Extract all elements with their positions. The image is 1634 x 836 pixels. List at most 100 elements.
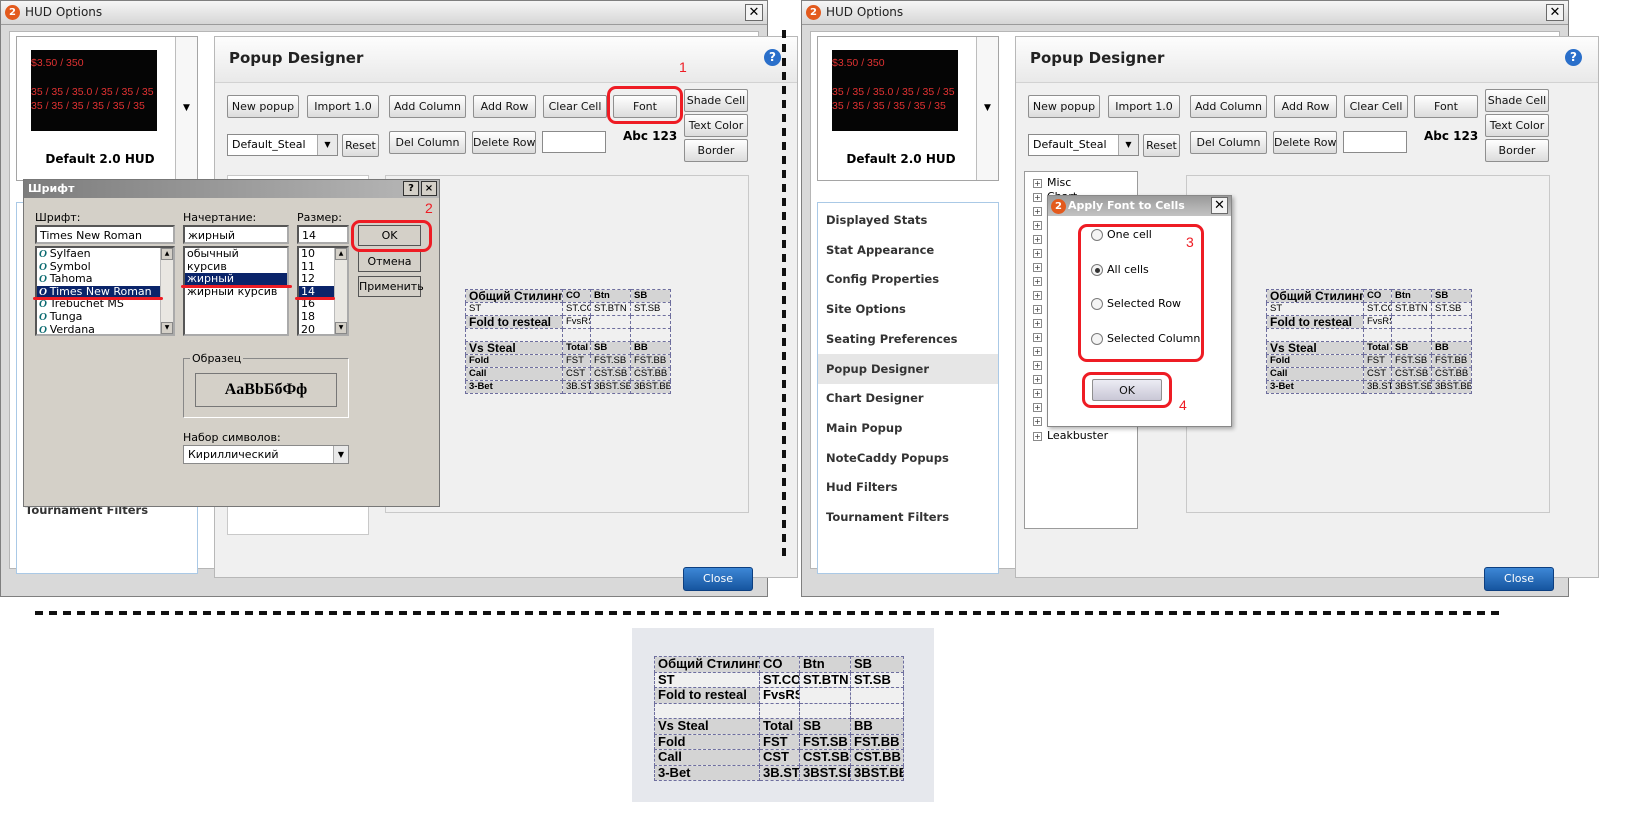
add-row-button[interactable]: Add Row: [473, 95, 536, 118]
grid-cell[interactable]: [1391, 328, 1432, 342]
font-list[interactable]: O Sylfaen O Symbol O Tahoma O Times New Rom…: [35, 246, 175, 336]
grid-cell[interactable]: FST.BB: [1431, 354, 1472, 368]
grid-cell[interactable]: 3BST.SB: [1391, 380, 1432, 394]
size-input[interactable]: 14: [297, 225, 349, 244]
window-close-icon[interactable]: ✕: [1546, 4, 1564, 21]
sidebar-item-stat-appearance[interactable]: Stat Appearance: [818, 235, 998, 265]
expand-icon[interactable]: +: [1033, 235, 1042, 244]
sidebar-item-chart-designer[interactable]: Chart Designer: [818, 383, 998, 413]
clear-cell-button[interactable]: Clear Cell: [1344, 95, 1408, 118]
popup-select[interactable]: Default_Steal ▼: [227, 134, 338, 156]
grid-cell[interactable]: ST.BTN: [590, 302, 631, 316]
close-icon[interactable]: ✕: [1211, 197, 1228, 214]
grid-cell[interactable]: SB: [799, 718, 851, 735]
sidebar-item-main-popup[interactable]: Main Popup: [818, 413, 998, 443]
grid-cell[interactable]: [630, 328, 671, 342]
grid-cell[interactable]: 3-Bet: [654, 764, 760, 781]
grid-cell[interactable]: FST.SB: [590, 354, 631, 368]
grid-cell[interactable]: ST.SB: [1431, 302, 1472, 316]
style-list[interactable]: обычный курсив жирный жирный курсив: [183, 246, 289, 336]
expand-icon[interactable]: +: [1033, 319, 1042, 328]
expand-icon[interactable]: +: [1033, 193, 1042, 202]
border-button[interactable]: Border: [684, 139, 748, 162]
expand-icon[interactable]: +: [1033, 347, 1042, 356]
grid-cell[interactable]: ST.CO: [562, 302, 591, 316]
grid-cell[interactable]: Call: [654, 749, 760, 766]
hud-selector[interactable]: $3.50 / 350 35 / 35 / 35.0 / 35 / 35 / 3…: [16, 36, 198, 181]
close-button[interactable]: Close: [683, 567, 753, 591]
border-button[interactable]: Border: [1485, 139, 1549, 162]
reset-button[interactable]: Reset: [342, 134, 379, 157]
apply-button[interactable]: Применить: [358, 276, 424, 297]
chevron-down-icon[interactable]: ▼: [976, 37, 998, 180]
grid-cell[interactable]: CST.SB: [799, 749, 851, 766]
delete-row-button[interactable]: Delete Row: [472, 131, 536, 154]
grid-cell[interactable]: Btn: [799, 656, 851, 673]
grid-cell[interactable]: BB: [630, 341, 671, 355]
chevron-down-icon[interactable]: ▼: [317, 135, 337, 155]
grid-cell[interactable]: SB: [590, 341, 631, 355]
grid-cell[interactable]: CST.SB: [1391, 367, 1432, 381]
new-popup-button[interactable]: New popup: [227, 95, 299, 118]
stat-grid[interactable]: Общий СтилингCOBtnSBSTST.COST.BTNST.SBFo…: [465, 289, 671, 394]
grid-cell[interactable]: Vs Steal: [654, 718, 760, 735]
grid-cell[interactable]: SB: [850, 656, 904, 673]
shade-cell-button[interactable]: Shade Cell: [684, 89, 748, 112]
hud-selector[interactable]: $3.50 / 350 35 / 35 / 35.0 / 35 / 35 / 3…: [817, 36, 999, 181]
grid-cell[interactable]: 3B.ST: [1363, 380, 1392, 394]
grid-cell[interactable]: CST.BB: [1431, 367, 1472, 381]
grid-cell[interactable]: [590, 328, 631, 342]
grid-cell[interactable]: FvsRS: [759, 687, 800, 704]
grid-cell[interactable]: [759, 702, 800, 719]
import-button[interactable]: Import 1.0: [1108, 95, 1180, 118]
grid-cell[interactable]: Total: [759, 718, 800, 735]
scroll-down-icon[interactable]: ▼: [335, 322, 347, 334]
grid-cell[interactable]: BB: [850, 718, 904, 735]
size-list[interactable]: 10 11 12 14 16 18 20 ▲ ▼: [297, 246, 349, 336]
grid-cell[interactable]: [1431, 315, 1472, 329]
expand-icon[interactable]: +: [1033, 179, 1042, 188]
grid-cell[interactable]: ST.BTN: [1391, 302, 1432, 316]
expand-icon[interactable]: +: [1033, 305, 1042, 314]
scroll-up-icon[interactable]: ▲: [161, 248, 173, 260]
charset-select[interactable]: Кириллический ▼: [183, 445, 349, 464]
grid-cell[interactable]: CST.BB: [630, 367, 671, 381]
grid-cell[interactable]: Fold: [465, 354, 563, 368]
grid-cell[interactable]: [1363, 328, 1392, 342]
grid-cell[interactable]: ST.SB: [630, 302, 671, 316]
expand-icon[interactable]: +: [1033, 361, 1042, 370]
grid-cell[interactable]: ST: [465, 302, 563, 316]
grid-cell[interactable]: FST: [1363, 354, 1392, 368]
grid-cell[interactable]: CST.SB: [590, 367, 631, 381]
grid-cell[interactable]: [465, 328, 563, 342]
grid-cell[interactable]: FST.BB: [630, 354, 671, 368]
grid-cell[interactable]: Общий Стилинг: [1266, 289, 1364, 303]
grid-cell[interactable]: CST: [562, 367, 591, 381]
grid-cell[interactable]: SB: [1431, 289, 1472, 303]
scroll-down-icon[interactable]: ▼: [161, 322, 173, 334]
grid-cell[interactable]: ST.CO: [1363, 302, 1392, 316]
grid-cell[interactable]: SB: [630, 289, 671, 303]
grid-cell[interactable]: Call: [1266, 367, 1364, 381]
expand-icon[interactable]: +: [1033, 333, 1042, 342]
clear-cell-button[interactable]: Clear Cell: [543, 95, 607, 118]
grid-cell[interactable]: CST: [1363, 367, 1392, 381]
grid-cell[interactable]: FST.BB: [850, 733, 904, 750]
grid-cell[interactable]: 3B.ST: [562, 380, 591, 394]
grid-cell[interactable]: ST.BTN: [799, 671, 851, 688]
grid-cell[interactable]: CO: [1363, 289, 1392, 303]
grid-cell[interactable]: Fold: [654, 733, 760, 750]
sidebar-item-config-properties[interactable]: Config Properties: [818, 264, 998, 294]
grid-cell[interactable]: CST.BB: [850, 749, 904, 766]
grid-cell[interactable]: 3BST.SB: [799, 764, 851, 781]
grid-cell[interactable]: [1266, 328, 1364, 342]
sidebar-item-popup-designer[interactable]: Popup Designer: [818, 353, 998, 384]
grid-cell[interactable]: Fold to resteal: [465, 315, 563, 329]
grid-cell[interactable]: [850, 702, 904, 719]
expand-icon[interactable]: +: [1033, 249, 1042, 258]
grid-cell[interactable]: [1431, 328, 1472, 342]
grid-cell[interactable]: BB: [1431, 341, 1472, 355]
text-color-button[interactable]: Text Color: [684, 114, 748, 137]
expand-icon[interactable]: +: [1033, 207, 1042, 216]
grid-cell[interactable]: ST.SB: [850, 671, 904, 688]
